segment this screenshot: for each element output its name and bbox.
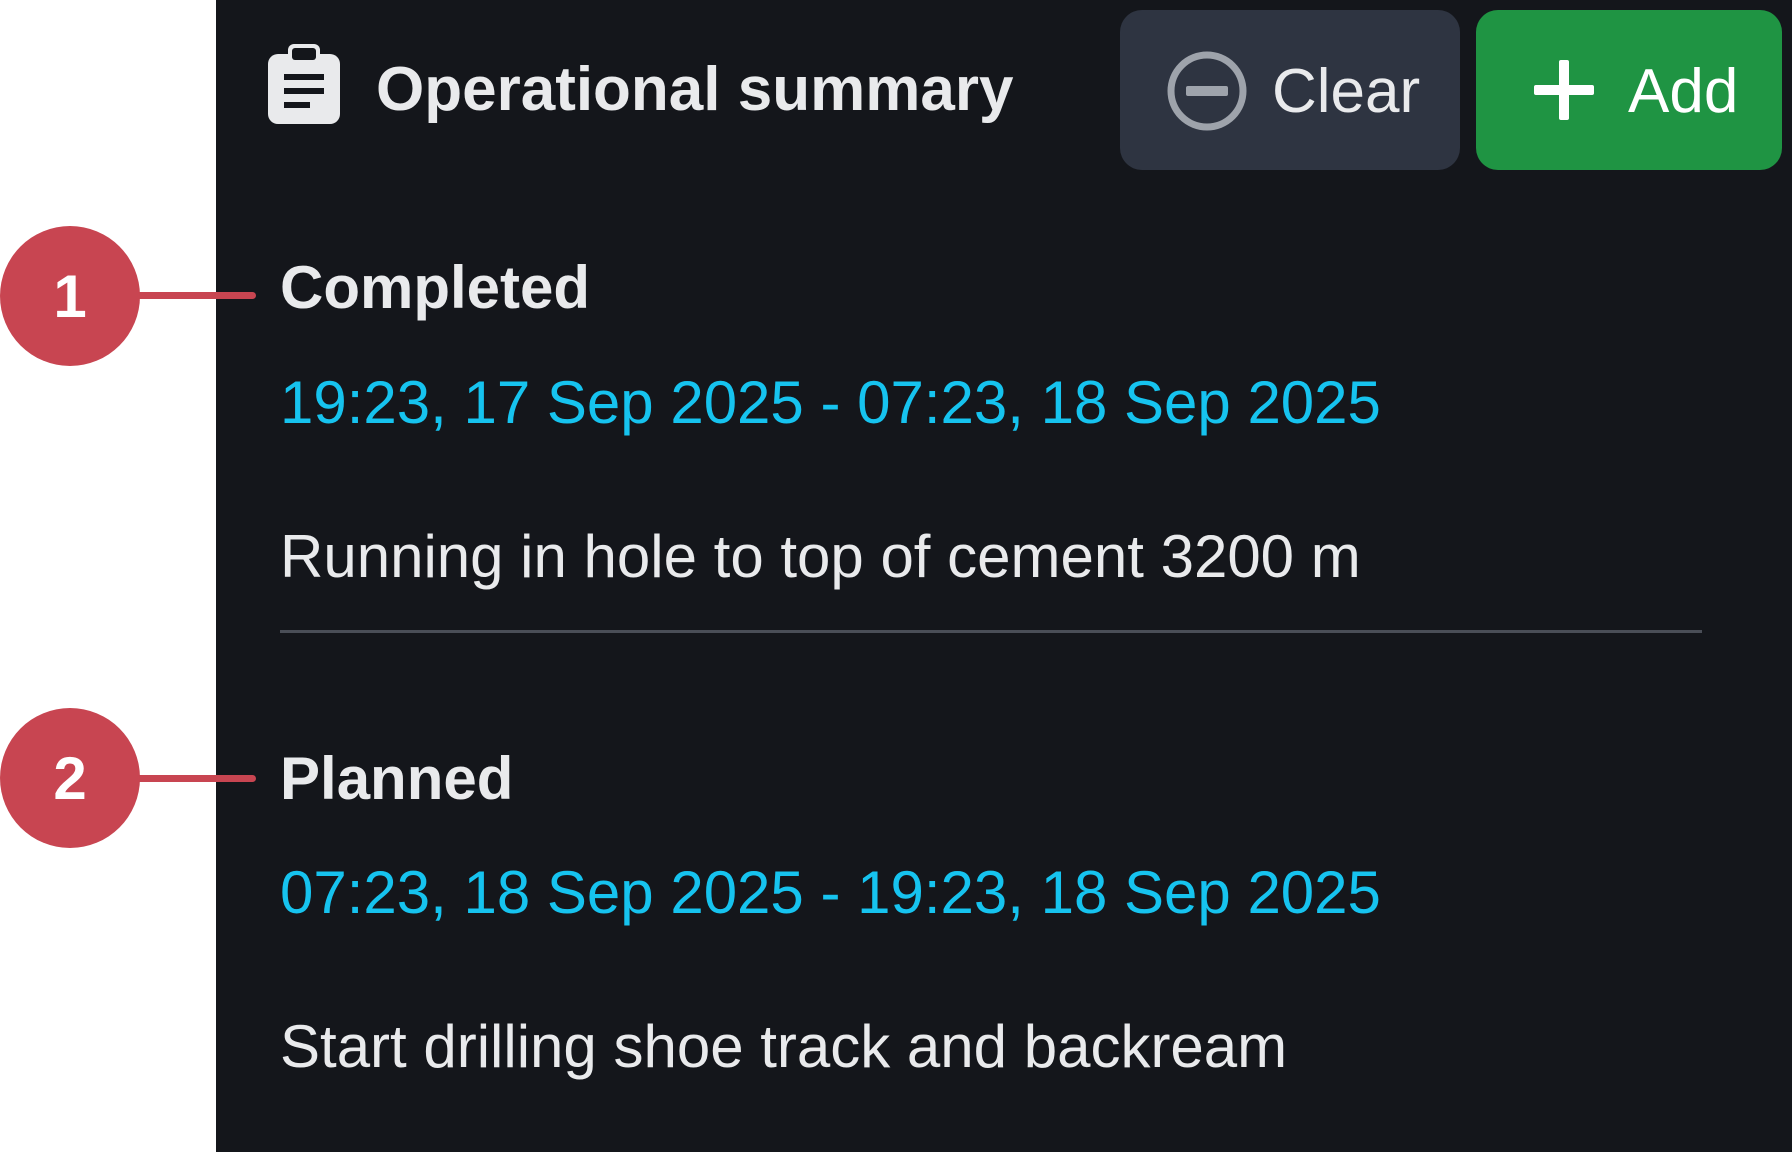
section-description: Start drilling shoe track and backream — [280, 1013, 1288, 1080]
section-title-planned: Planned — [280, 745, 514, 812]
callout-connector — [130, 292, 256, 299]
panel-title: Operational summary — [376, 55, 1014, 124]
section-divider — [280, 630, 1702, 633]
section-time-range: 19:23, 17 Sep 2025 - 07:23, 18 Sep 2025 — [280, 369, 1381, 436]
plus-icon — [1534, 60, 1594, 120]
section-time-range: 07:23, 18 Sep 2025 - 19:23, 18 Sep 2025 — [280, 859, 1381, 926]
callout-badge: 2 — [0, 708, 140, 848]
callout-badge: 1 — [0, 226, 140, 366]
add-button-label: Add — [1628, 57, 1739, 126]
clear-button[interactable]: Clear — [1120, 10, 1460, 170]
callout-connector — [130, 775, 256, 782]
section-description: Running in hole to top of cement 3200 m — [280, 523, 1361, 590]
section-title-completed: Completed — [280, 254, 591, 321]
add-button[interactable]: Add — [1476, 10, 1782, 170]
minus-circle-icon — [1167, 51, 1247, 131]
clipboard-list-icon — [268, 44, 340, 124]
clear-button-label: Clear — [1272, 57, 1421, 126]
